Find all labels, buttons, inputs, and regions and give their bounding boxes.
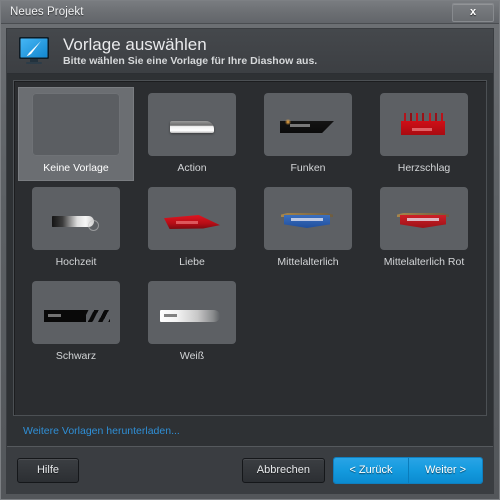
template-thumbnail	[264, 187, 352, 250]
template-label: Herzschlag	[397, 162, 451, 174]
template-label: Funken	[290, 162, 326, 174]
close-icon: x	[469, 6, 477, 18]
template-label: Schwarz	[55, 350, 97, 362]
thumb-art-banner-red	[400, 215, 446, 228]
template-tile-liebe[interactable]: Liebe	[134, 181, 250, 275]
dialog-window: Neues Projekt x Vorlage auswählen Bitte …	[0, 0, 500, 500]
close-button[interactable]: x	[452, 3, 494, 22]
thumb-art-schwarz-stripes	[84, 310, 110, 322]
thumb-art-hochzeit-ring	[88, 220, 99, 231]
monitor-paintbrush-icon	[17, 35, 53, 67]
thumb-art-action	[170, 121, 214, 133]
thumb-art-herz-text	[412, 128, 432, 131]
template-label: Hochzeit	[55, 256, 97, 268]
title-bar: Neues Projekt x	[1, 1, 499, 24]
thumb-art-banner-text	[407, 218, 439, 221]
thumb-art-funken-text	[290, 124, 310, 127]
dialog-body: Vorlage auswählen Bitte wählen Sie eine …	[6, 28, 494, 494]
template-thumbnail	[32, 93, 120, 156]
template-tile-hochzeit[interactable]: Hochzeit	[18, 181, 134, 275]
template-tile-weiss[interactable]: Weiß	[134, 275, 250, 369]
download-more-templates-link[interactable]: Weitere Vorlagen herunterladen...	[23, 425, 180, 437]
template-tile-schwarz[interactable]: Schwarz	[18, 275, 134, 369]
dialog-header: Vorlage auswählen Bitte wählen Sie eine …	[7, 29, 493, 74]
cancel-button[interactable]: Abbrechen	[241, 457, 325, 483]
template-label: Liebe	[179, 256, 205, 268]
template-label: Keine Vorlage	[43, 162, 109, 174]
back-button[interactable]: < Zurück	[334, 457, 408, 483]
template-thumbnail	[380, 93, 468, 156]
template-label: Action	[177, 162, 207, 174]
thumb-art-liebe-text	[176, 221, 198, 224]
template-label: Mittelalterlich Rot	[383, 256, 465, 268]
navigation-button-group: < Zurück Weiter >	[333, 456, 483, 484]
template-thumbnail	[32, 187, 120, 250]
template-label: Mittelalterlich	[277, 256, 339, 268]
template-tile-mittelalterlich-rot[interactable]: Mittelalterlich Rot	[366, 181, 482, 275]
next-button[interactable]: Weiter >	[408, 457, 482, 483]
template-tile-mittelalterlich[interactable]: Mittelalterlich	[250, 181, 366, 275]
dialog-footer: Hilfe Abbrechen < Zurück Weiter >	[7, 446, 493, 493]
template-thumbnail	[380, 187, 468, 250]
thumb-art-schwarz-text	[48, 314, 61, 317]
thumb-art-weiss-text	[164, 314, 177, 317]
content-area: Keine Vorlage Action Funken Herzschlag H…	[7, 74, 493, 446]
template-thumbnail	[32, 281, 120, 344]
template-thumbnail	[148, 93, 236, 156]
header-texts: Vorlage auswählen Bitte wählen Sie eine …	[63, 35, 317, 68]
page-title: Vorlage auswählen	[63, 34, 207, 54]
help-button[interactable]: Hilfe	[17, 457, 79, 483]
template-thumbnail	[148, 187, 236, 250]
template-tile-action[interactable]: Action	[134, 87, 250, 181]
templates-panel: Keine Vorlage Action Funken Herzschlag H…	[13, 80, 487, 416]
thumb-art-banner-text	[291, 218, 323, 221]
template-tile-herzschlag[interactable]: Herzschlag	[366, 87, 482, 181]
template-tile-funken[interactable]: Funken	[250, 87, 366, 181]
page-subtitle: Bitte wählen Sie eine Vorlage für Ihre D…	[63, 54, 318, 67]
window-title: Neues Projekt	[10, 6, 84, 18]
template-tile-keine-vorlage[interactable]: Keine Vorlage	[18, 87, 134, 181]
template-label: Weiß	[179, 350, 205, 362]
template-thumbnail	[264, 93, 352, 156]
template-thumbnail	[148, 281, 236, 344]
thumb-art-banner-blue	[284, 215, 330, 228]
download-link-row: Weitere Vorlagen herunterladen...	[13, 416, 487, 446]
template-grid: Keine Vorlage Action Funken Herzschlag H…	[18, 87, 482, 369]
